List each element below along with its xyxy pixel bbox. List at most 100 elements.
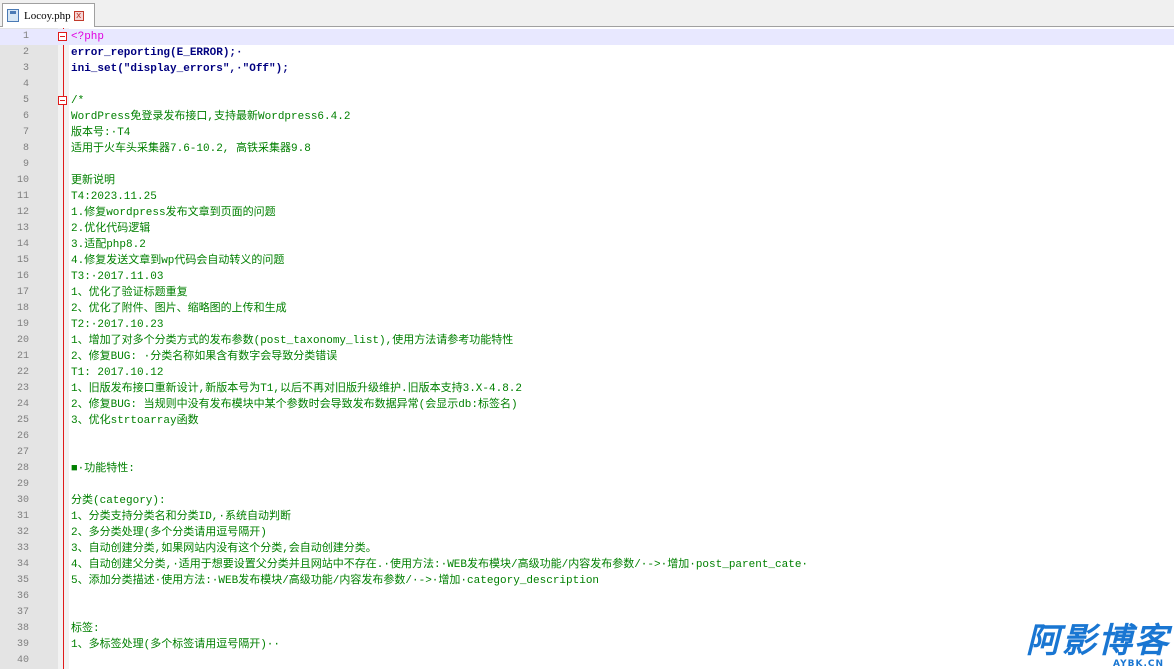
code-line[interactable]: 21 2、修复BUG: ·分类名称如果含有数字会导致分类错误 bbox=[0, 349, 1174, 365]
code-text: WordPress免登录发布接口,支持最新Wordpress6.4.2 bbox=[71, 111, 351, 123]
tab-bar: Locoy.php x bbox=[0, 0, 1174, 27]
line-number: 4 bbox=[22, 79, 29, 90]
code-line[interactable]: 12 1.修复wordpress发布文章到页面的问题 bbox=[0, 205, 1174, 221]
code-line[interactable]: 4 bbox=[0, 77, 1174, 93]
watermark-text: 阿影博客 bbox=[1026, 621, 1170, 661]
code-editor[interactable]: 1 <?php 2 error_reporting(E_ERROR);· 3 ini_se… bbox=[0, 28, 1174, 669]
line-number: 30 bbox=[16, 495, 29, 506]
code-line[interactable]: 3 ini_set("display_errors",·"Off"); bbox=[0, 61, 1174, 77]
code-text: 3、自动创建分类,如果网站内没有这个分类,会自动创建分类。 bbox=[71, 543, 377, 555]
line-number: 23 bbox=[16, 383, 29, 394]
line-number: 32 bbox=[16, 527, 29, 538]
code-text: 2、优化了附件、图片、缩略图的上传和生成 bbox=[71, 303, 287, 315]
code-line[interactable]: 23 1、旧版发布接口重新设计,新版本号为T1,以后不再对旧版升级维护.旧版本支持… bbox=[0, 381, 1174, 397]
code-line[interactable]: 19 T2:·2017.10.23 bbox=[0, 317, 1174, 333]
line-number: 9 bbox=[22, 159, 29, 170]
code-line[interactable]: 32 2、多分类处理(多个分类请用逗号隔开) bbox=[0, 525, 1174, 541]
code-text: 2、修复BUG: ·分类名称如果含有数字会导致分类错误 bbox=[71, 351, 338, 363]
code-line[interactable]: 33 3、自动创建分类,如果网站内没有这个分类,会自动创建分类。 bbox=[0, 541, 1174, 557]
code-text: /* bbox=[71, 95, 85, 107]
code-text: 1、旧版发布接口重新设计,新版本号为T1,以后不再对旧版升级维护.旧版本支持3.… bbox=[71, 383, 523, 395]
code-line[interactable]: 7 版本号:·T4 bbox=[0, 125, 1174, 141]
line-number: 19 bbox=[16, 319, 29, 330]
line-number: 7 bbox=[22, 127, 29, 138]
code-text: ■·功能特性: bbox=[71, 463, 135, 475]
line-number: 16 bbox=[16, 271, 29, 282]
code-line[interactable]: 5 /* bbox=[0, 93, 1174, 109]
line-number: 25 bbox=[16, 415, 29, 426]
code-line[interactable]: 17 1、优化了验证标题重复 bbox=[0, 285, 1174, 301]
code-line[interactable]: 2 error_reporting(E_ERROR);· bbox=[0, 45, 1174, 61]
code-text: 4、自动创建父分类,·适用于想要设置父分类并且网站中不存在.·使用方法:·WEB… bbox=[71, 559, 809, 571]
code-text: error_reporting(E_ERROR);· bbox=[71, 47, 243, 59]
code-line[interactable]: 18 2、优化了附件、图片、缩略图的上传和生成 bbox=[0, 301, 1174, 317]
line-number: 2 bbox=[22, 47, 29, 58]
line-number: 38 bbox=[16, 623, 29, 634]
code-line[interactable]: 27 bbox=[0, 445, 1174, 461]
code-text: 标签: bbox=[71, 623, 100, 635]
code-line[interactable]: 34 4、自动创建父分类,·适用于想要设置父分类并且网站中不存在.·使用方法:·W… bbox=[0, 557, 1174, 573]
line-number: 22 bbox=[16, 367, 29, 378]
line-number: 8 bbox=[22, 143, 29, 154]
code-line[interactable]: 36 bbox=[0, 589, 1174, 605]
code-line[interactable]: 15 4.修复发送文章到wp代码会自动转义的问题 bbox=[0, 253, 1174, 269]
code-text: 2.优化代码逻辑 bbox=[71, 223, 151, 235]
line-number: 12 bbox=[16, 207, 29, 218]
code-text: 4.修复发送文章到wp代码会自动转义的问题 bbox=[71, 255, 285, 267]
line-number: 33 bbox=[16, 543, 29, 554]
code-text: 5、添加分类描述·使用方法:·WEB发布模块/高级功能/内容发布参数/·->·增… bbox=[71, 575, 600, 587]
code-line[interactable]: 20 1、增加了对多个分类方式的发布参数(post_taxonomy_list),… bbox=[0, 333, 1174, 349]
code-text: 1、分类支持分类名和分类ID,·系统自动判断 bbox=[71, 511, 292, 523]
code-text: 更新说明 bbox=[71, 175, 115, 187]
code-line[interactable]: 31 1、分类支持分类名和分类ID,·系统自动判断 bbox=[0, 509, 1174, 525]
file-tab-locoy[interactable]: Locoy.php x bbox=[2, 3, 95, 27]
code-line[interactable]: 30 分类(category): bbox=[0, 493, 1174, 509]
watermark-subtext: AYBK.CN bbox=[1112, 659, 1164, 669]
code-line[interactable]: 16 T3:·2017.11.03 bbox=[0, 269, 1174, 285]
line-number: 6 bbox=[22, 111, 29, 122]
tab-label: Locoy.php bbox=[24, 9, 71, 22]
code-text: T3:·2017.11.03 bbox=[71, 271, 164, 283]
code-line[interactable]: 29 bbox=[0, 477, 1174, 493]
code-line[interactable]: 10 更新说明 bbox=[0, 173, 1174, 189]
line-number: 37 bbox=[16, 607, 29, 618]
code-text: 1、多标签处理(多个标签请用逗号隔开)·· bbox=[71, 639, 281, 651]
code-line[interactable]: 26 bbox=[0, 429, 1174, 445]
line-number: 29 bbox=[16, 479, 29, 490]
code-text: <?php bbox=[71, 31, 105, 43]
line-number: 31 bbox=[16, 511, 29, 522]
code-line[interactable]: 9 bbox=[0, 157, 1174, 173]
line-number: 13 bbox=[16, 223, 29, 234]
close-tab-icon[interactable]: x bbox=[73, 10, 84, 21]
line-number: 36 bbox=[16, 591, 29, 602]
code-text: 2、多分类处理(多个分类请用逗号隔开) bbox=[71, 527, 267, 539]
code-line[interactable]: 6 WordPress免登录发布接口,支持最新Wordpress6.4.2 bbox=[0, 109, 1174, 125]
code-text: 1、增加了对多个分类方式的发布参数(post_taxonomy_list),使用… bbox=[71, 335, 514, 347]
code-line[interactable]: 14 3.适配php8.2 bbox=[0, 237, 1174, 253]
watermark-logo: 阿影博客 AYBK.CN bbox=[970, 621, 1170, 669]
line-number: 35 bbox=[16, 575, 29, 586]
line-number: 24 bbox=[16, 399, 29, 410]
code-line[interactable]: 24 2、修复BUG: 当规则中没有发布模块中某个参数时会导致发布数据异常(会显示… bbox=[0, 397, 1174, 413]
code-line[interactable]: 11 T4:2023.11.25 bbox=[0, 189, 1174, 205]
save-file-icon bbox=[7, 9, 19, 22]
line-number: 3 bbox=[22, 63, 29, 74]
code-text: 3、优化strtoarray函数 bbox=[71, 415, 199, 427]
line-number: 18 bbox=[16, 303, 29, 314]
code-text: T4:2023.11.25 bbox=[71, 191, 157, 203]
line-number: 21 bbox=[16, 351, 29, 362]
line-number: 17 bbox=[16, 287, 29, 298]
code-line[interactable]: 35 5、添加分类描述·使用方法:·WEB发布模块/高级功能/内容发布参数/·->… bbox=[0, 573, 1174, 589]
code-line[interactable]: 25 3、优化strtoarray函数 bbox=[0, 413, 1174, 429]
code-line[interactable]: 28 ■·功能特性: bbox=[0, 461, 1174, 477]
fold-toggle-icon[interactable] bbox=[58, 96, 67, 105]
code-line[interactable]: 37 bbox=[0, 605, 1174, 621]
code-text: ini_set("display_errors",·"Off"); bbox=[71, 63, 289, 75]
code-line[interactable]: 8 适用于火车头采集器7.6-10.2, 高铁采集器9.8 bbox=[0, 141, 1174, 157]
code-text: 分类(category): bbox=[71, 495, 166, 507]
code-text: T1: 2017.10.12 bbox=[71, 367, 164, 379]
code-line[interactable]: 22 T1: 2017.10.12 bbox=[0, 365, 1174, 381]
code-line[interactable]: 1 <?php bbox=[0, 29, 1174, 45]
code-line[interactable]: 13 2.优化代码逻辑 bbox=[0, 221, 1174, 237]
fold-toggle-icon[interactable] bbox=[58, 32, 67, 41]
